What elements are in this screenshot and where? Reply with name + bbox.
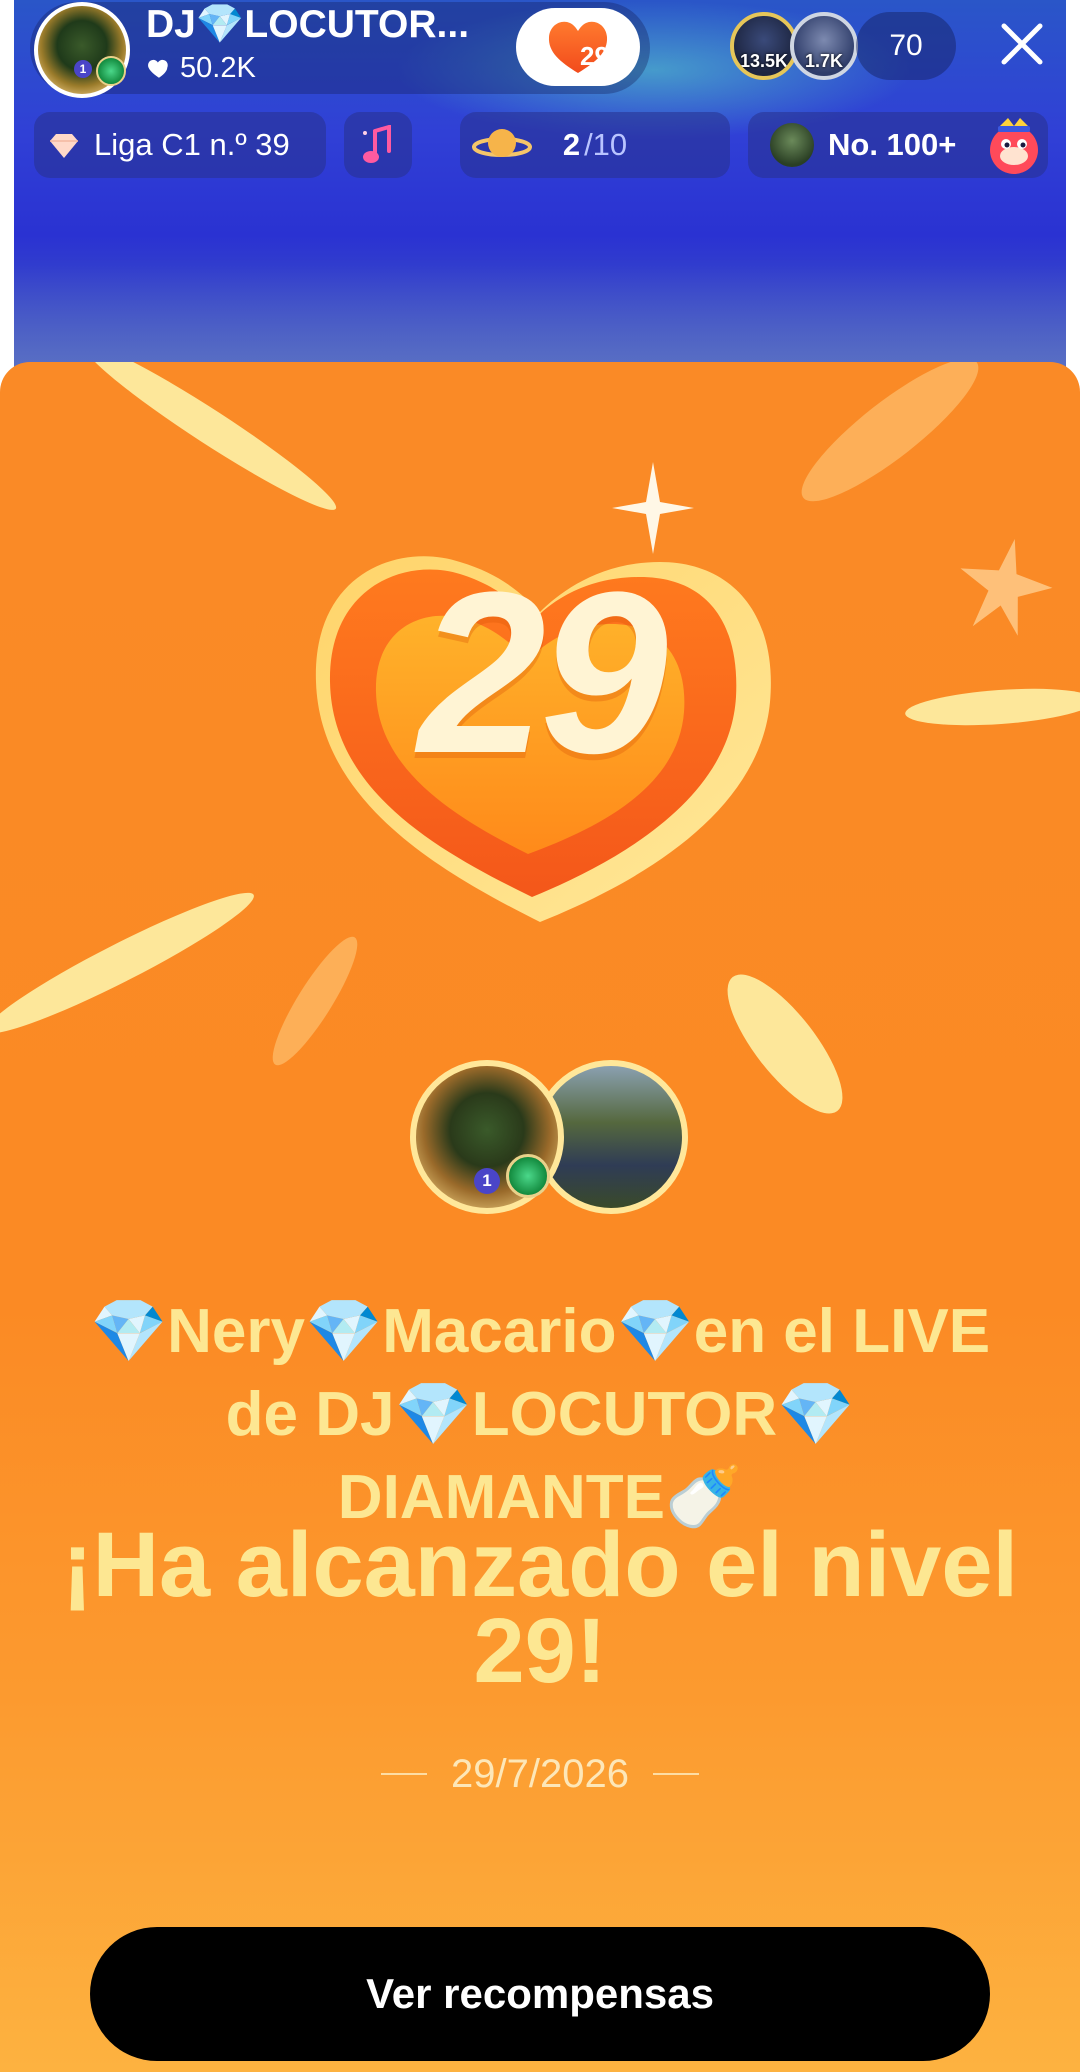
level-up-date: 29/7/2026 <box>451 1751 629 1796</box>
level-up-message: 💎Nery💎Macario💎en el LIVE de DJ💎LOCUTOR💎 … <box>89 1297 991 1532</box>
host-likes: 50.2K <box>146 48 256 88</box>
emerald-badge-icon <box>96 56 126 86</box>
level-up-headline: ¡Ha alcanzado el nivel 29! <box>61 1514 1019 1702</box>
decor-ray <box>709 958 861 1130</box>
level-up-date-row: 29/7/2026 <box>0 1749 1080 1799</box>
host-avatar-badge: 1 <box>74 60 92 78</box>
host-avatar-large: 1 <box>410 1060 564 1214</box>
host-name[interactable]: DJ💎LOCUTOR... <box>146 0 506 50</box>
league-chip[interactable]: Liga C1 n.º 39 <box>34 112 326 178</box>
decor-ray <box>904 683 1080 731</box>
diamond-icon <box>50 134 78 158</box>
decor-ray <box>260 928 370 1074</box>
decor-ray <box>0 877 263 1049</box>
planet-progress-chip[interactable]: 2/10 <box>460 112 730 178</box>
league-label: Liga C1 n.º 39 <box>94 127 290 162</box>
level-number: 29 <box>418 544 668 801</box>
close-icon[interactable] <box>996 18 1048 70</box>
star-icon <box>960 539 1053 636</box>
host-likes-count: 50.2K <box>180 52 256 84</box>
host-avatar-badge: 1 <box>474 1168 500 1194</box>
top-viewer-avatar-1[interactable]: 13.5K <box>730 12 798 80</box>
decor-ray <box>74 362 346 523</box>
date-divider-right <box>652 1773 699 1775</box>
host-viewer-avatars: 1 <box>410 1060 688 1222</box>
level-up-sheet: 29 1 💎Nery💎Macario💎en el LIVE de DJ💎LOCU… <box>0 362 1080 2072</box>
view-rewards-button[interactable]: Ver recompensas <box>90 1927 990 2061</box>
top-viewer-count-1: 13.5K <box>739 51 789 71</box>
date-divider-left <box>381 1773 428 1775</box>
top-viewer-count-2: 1.7K <box>804 51 844 71</box>
rank-avatar <box>770 123 814 167</box>
rank-label: No. 100+ <box>828 127 957 162</box>
emerald-badge-icon <box>506 1154 550 1198</box>
music-chip[interactable] <box>344 112 412 178</box>
top-viewer-avatar-2[interactable]: 1.7K <box>790 12 858 80</box>
host-avatar[interactable]: 1 <box>34 2 130 98</box>
music-note-icon <box>363 125 391 163</box>
fan-level-number: 29 <box>580 41 609 71</box>
heart-icon <box>148 59 168 78</box>
planet-current: 2 <box>562 127 581 162</box>
planet-total: /10 <box>584 127 628 162</box>
planet-icon <box>472 129 532 157</box>
mascot-icon[interactable] <box>982 114 1046 178</box>
viewer-count-button[interactable]: 70 <box>856 12 956 80</box>
fan-level-button[interactable]: 29 <box>516 8 640 86</box>
decor-ray <box>786 362 994 520</box>
level-heart: 29 <box>300 462 780 942</box>
